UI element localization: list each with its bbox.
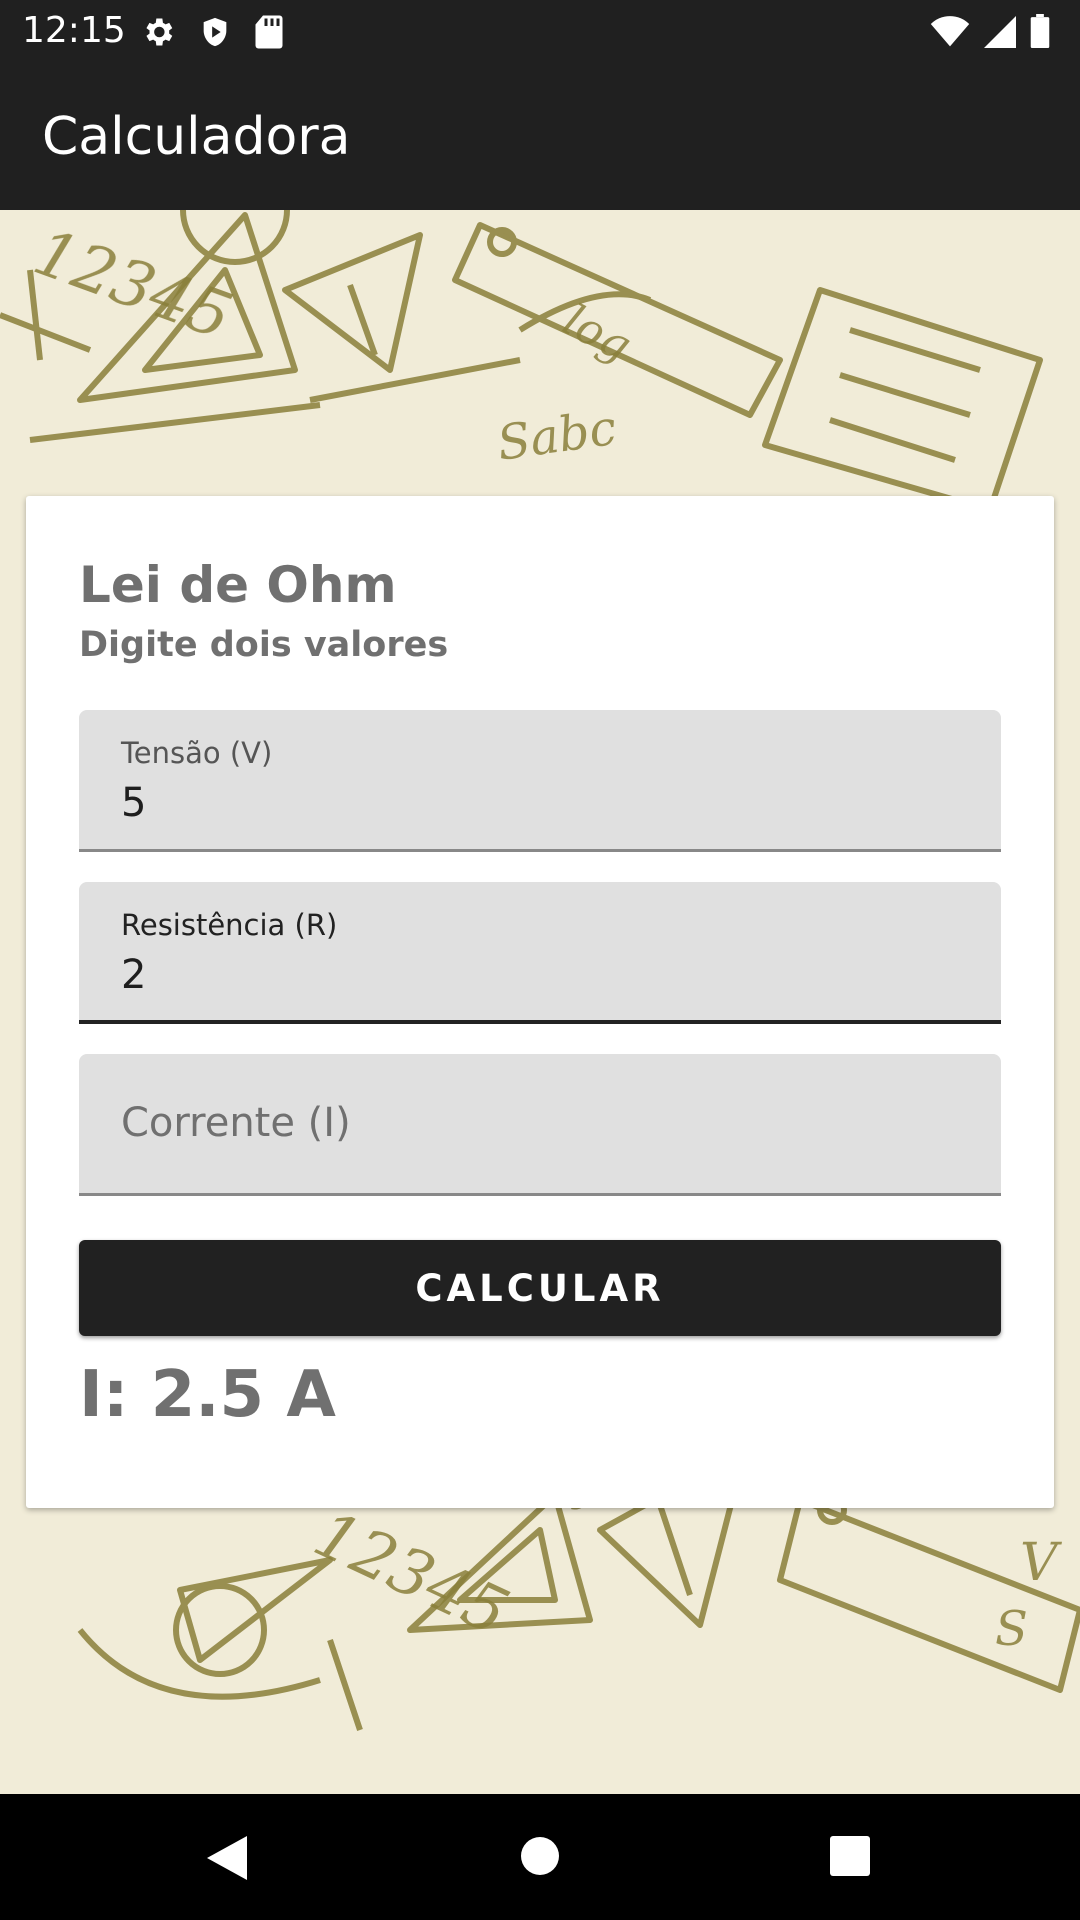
resistance-label: Resistência (R) xyxy=(121,908,338,942)
shield-icon xyxy=(203,17,227,47)
status-icons-right xyxy=(930,14,1050,48)
ohm-law-card: Lei de Ohm Digite dois valores Tensão (V… xyxy=(26,496,1054,1508)
status-bar: 12:15 xyxy=(0,0,1080,63)
back-icon[interactable] xyxy=(205,1834,249,1882)
calculate-button[interactable]: CALCULAR xyxy=(79,1240,1001,1336)
doodle-text-2: Sabc xyxy=(494,400,620,472)
current-field[interactable]: Corrente (I) xyxy=(79,1054,1001,1196)
wifi-icon xyxy=(930,16,970,47)
doodle-text-7: S xyxy=(995,1601,1028,1657)
app-title: Calculadora xyxy=(42,107,351,167)
card-title: Lei de Ohm xyxy=(79,556,397,614)
card-subtitle: Digite dois valores xyxy=(79,625,449,665)
voltage-field[interactable]: Tensão (V) 5 xyxy=(79,710,1001,852)
home-icon[interactable] xyxy=(520,1836,560,1876)
resistance-value[interactable]: 2 xyxy=(121,952,146,998)
content-area: 12345 Sabc log 12345 9a6b V S Lei de Ohm… xyxy=(0,210,1080,1794)
result-text: I: 2.5 A xyxy=(79,1358,336,1432)
resistance-field[interactable]: Resistência (R) 2 xyxy=(79,882,1001,1024)
resistance-underline xyxy=(79,1020,1001,1024)
app-bar: Calculadora xyxy=(0,63,1080,210)
current-underline xyxy=(79,1193,1001,1196)
doodle-text-1: 12345 xyxy=(25,215,242,354)
current-placeholder: Corrente (I) xyxy=(121,1100,351,1146)
sd-card-icon xyxy=(255,15,283,49)
voltage-label: Tensão (V) xyxy=(121,736,273,770)
battery-icon xyxy=(1030,14,1050,48)
status-time: 12:15 xyxy=(22,10,126,51)
status-icons-left xyxy=(140,14,284,50)
doodle-text-6: V xyxy=(1020,1533,1062,1593)
navigation-bar xyxy=(0,1794,1080,1920)
signal-icon xyxy=(984,16,1016,48)
gear-icon xyxy=(146,18,173,46)
voltage-value[interactable]: 5 xyxy=(121,780,146,826)
voltage-underline xyxy=(79,849,1001,852)
recents-icon[interactable] xyxy=(830,1836,870,1876)
